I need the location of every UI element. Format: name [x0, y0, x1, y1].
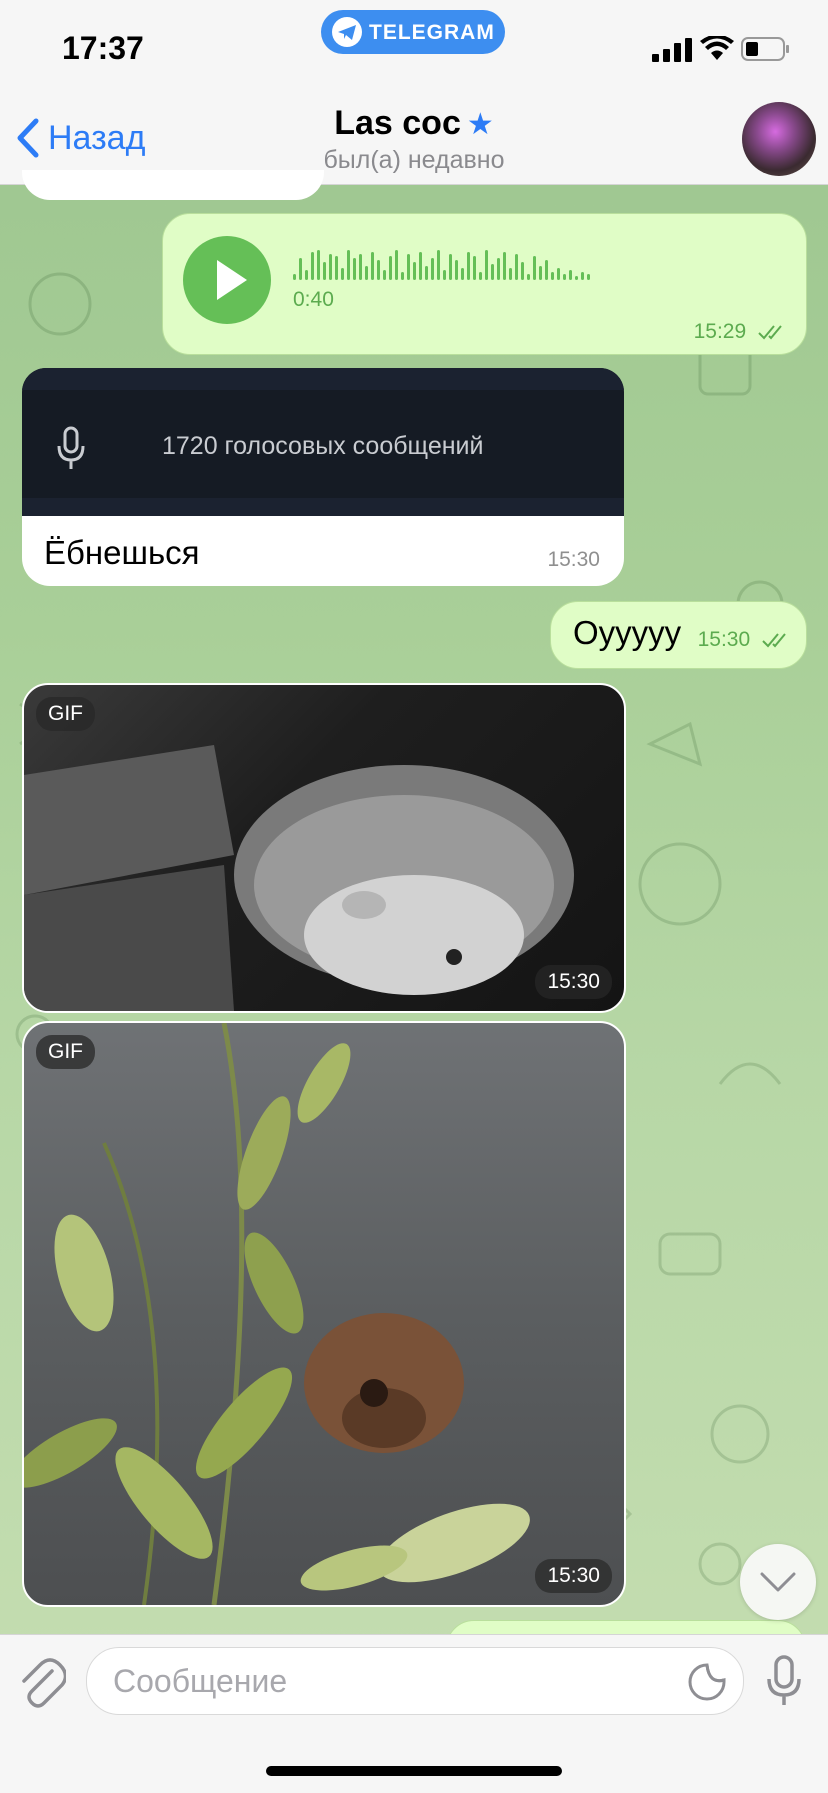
double-check-icon [758, 325, 782, 340]
chat-title-text: Las coc [334, 104, 461, 142]
sticker-icon[interactable] [687, 1662, 727, 1702]
partial-message-bubble[interactable] [22, 170, 324, 200]
microphone-icon[interactable] [766, 1655, 802, 1707]
link-preview[interactable]: 1720 голосовых сообщений [22, 368, 624, 516]
voice-duration: 0:40 [293, 288, 334, 311]
message-time: 15:30 [547, 548, 600, 571]
message-time: 15:29 [693, 320, 747, 343]
preview-text: 1720 голосовых сообщений [162, 432, 484, 460]
battery-icon [741, 37, 789, 61]
message-text: Оууууу [573, 614, 682, 651]
message-time: 15:30 [697, 628, 751, 651]
message-time: 15:30 [535, 965, 612, 999]
message-input[interactable] [111, 1660, 675, 1702]
incoming-message-bubble[interactable]: 1720 голосовых сообщений Ёбнешься 15:30 [22, 368, 624, 586]
beaver-image [24, 1023, 530, 1605]
message-field[interactable] [86, 1647, 744, 1715]
message-text: Ёбнешься [44, 534, 200, 571]
double-check-icon [762, 633, 786, 648]
gif-hedgehog[interactable]: GIF 15:30 [22, 683, 626, 1013]
message-meta: 15:30 [698, 628, 792, 652]
play-icon[interactable] [183, 236, 271, 324]
status-bar: 17:37 TELEGRAM [0, 0, 828, 84]
chat-title[interactable]: Las coc ★ [0, 104, 828, 143]
attach-icon[interactable] [18, 1657, 66, 1709]
preview-band [22, 368, 624, 390]
home-indicator[interactable] [266, 1766, 562, 1776]
verified-star-icon: ★ [466, 108, 494, 141]
message-meta: 15:29 [694, 320, 788, 344]
chevron-down-icon [760, 1572, 796, 1592]
avatar[interactable] [742, 102, 816, 176]
wifi-icon [700, 36, 734, 60]
microphone-icon [57, 426, 85, 469]
gif-badge: GIF [36, 697, 95, 731]
gif-badge: GIF [36, 1035, 95, 1069]
voice-message-bubble[interactable]: 0:40 15:29 [162, 213, 807, 355]
outgoing-message-bubble[interactable]: Оууууу 15:30 [550, 601, 807, 669]
telegram-pill-label: TELEGRAM [369, 21, 495, 44]
status-time: 17:37 [62, 30, 144, 66]
gif-beaver[interactable]: GIF 15:30 [22, 1021, 626, 1607]
telegram-return-pill[interactable]: TELEGRAM [321, 10, 505, 54]
voice-waveform[interactable] [293, 244, 713, 280]
hedgehog-image [24, 745, 574, 1011]
message-time: 15:30 [535, 1559, 612, 1593]
preview-band [22, 498, 624, 516]
scroll-down-button[interactable] [740, 1544, 816, 1620]
telegram-plane-icon [332, 17, 362, 47]
signal-icon [652, 38, 692, 62]
